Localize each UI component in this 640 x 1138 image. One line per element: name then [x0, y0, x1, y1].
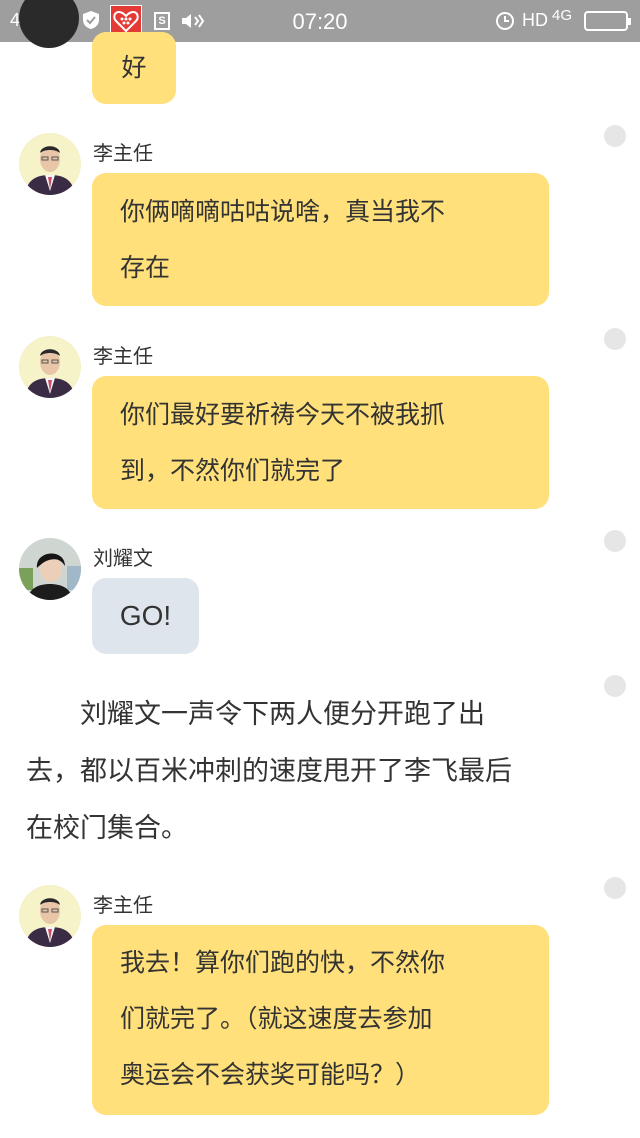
message-bubble[interactable]: 我去！算你们跑的快，不然你 们就完了。（就这速度去参加 奥运会不会获奖可能吗？）: [92, 925, 549, 1115]
message-text: GO!: [119, 600, 172, 631]
status-dot: [604, 675, 626, 697]
avatar[interactable]: [19, 885, 81, 947]
narration-line: 在校门集合。: [26, 813, 188, 844]
sender-name: 李主任: [93, 893, 153, 917]
message-line: 们就完了。（就这速度去参加: [120, 1004, 433, 1033]
alarm-icon: [496, 12, 514, 30]
status-dot: [604, 877, 626, 899]
message-bubble[interactable]: 你俩嘀嘀咕咕说啥，真当我不 存在: [92, 173, 549, 306]
battery-icon: [584, 11, 631, 31]
narration-text: 刘耀文一声令下两人便分开跑了出 去，都以百米冲刺的速度甩开了李飞最后 在校门集合…: [26, 686, 586, 857]
message-line: 你俩嘀嘀咕咕说啥，真当我不: [120, 197, 446, 226]
message-line: 我去！算你们跑的快，不然你: [120, 948, 446, 977]
narration-line: 刘耀文一声令下两人便分开跑了出: [26, 699, 485, 730]
avatar[interactable]: [19, 336, 81, 398]
narration-line: 去，都以百米冲刺的速度甩开了李飞最后: [26, 756, 512, 787]
hd-indicator: HD: [522, 10, 548, 30]
avatar[interactable]: [19, 538, 81, 600]
status-dot: [604, 530, 626, 552]
message-bubble[interactable]: 好: [92, 32, 176, 104]
message-line: 存在: [120, 253, 171, 282]
sender-name: 李主任: [93, 344, 153, 368]
status-dot: [604, 125, 626, 147]
message-line: 你们最好要祈祷今天不被我抓: [120, 400, 446, 429]
network-type-2: 4G: [552, 7, 573, 24]
message-bubble[interactable]: GO!: [92, 578, 199, 654]
message-line: 到，不然你们就完了: [120, 456, 346, 485]
message-line: 奥运会不会获奖可能吗？）: [120, 1060, 421, 1089]
message-text: 好: [121, 53, 147, 82]
sender-name: 李主任: [93, 141, 153, 165]
sender-name: 刘耀文: [93, 546, 153, 570]
message-bubble[interactable]: 你们最好要祈祷今天不被我抓 到，不然你们就完了: [92, 376, 549, 509]
avatar[interactable]: [19, 133, 81, 195]
status-dot: [604, 328, 626, 350]
